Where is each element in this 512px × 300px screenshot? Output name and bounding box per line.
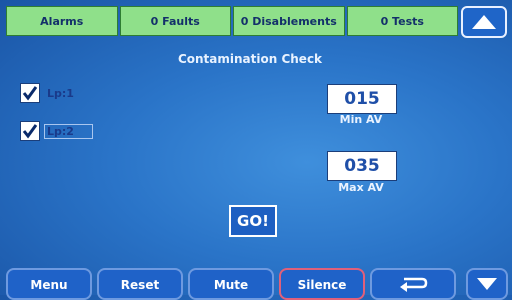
bottom-nav-bar: Menu Reset Mute Silence bbox=[0, 268, 512, 300]
loop-1-checkbox[interactable] bbox=[20, 83, 40, 103]
min-av-input[interactable]: 015 bbox=[327, 84, 397, 114]
menu-button[interactable]: Menu bbox=[6, 268, 92, 300]
tests-status[interactable]: 0 Tests bbox=[346, 6, 458, 36]
page-title: Contamination Check bbox=[177, 52, 323, 66]
checkmark-icon bbox=[22, 124, 38, 139]
loop-1-row: Lp:1 bbox=[20, 83, 77, 103]
up-arrow-icon bbox=[472, 15, 496, 29]
scroll-down-button[interactable] bbox=[466, 268, 508, 300]
back-button[interactable] bbox=[370, 268, 456, 300]
loop-2-row: Lp:2 bbox=[20, 121, 93, 141]
loop-1-label: Lp:1 bbox=[47, 86, 74, 100]
mute-button[interactable]: Mute bbox=[188, 268, 274, 300]
min-av-label: Min AV bbox=[339, 113, 383, 126]
return-arrow-icon bbox=[400, 277, 428, 292]
loop-2-label: Lp:2 bbox=[44, 123, 93, 139]
loop-2-checkbox[interactable] bbox=[20, 121, 40, 141]
checkmark-icon bbox=[22, 86, 38, 101]
disablements-status[interactable]: 0 Disablements bbox=[233, 6, 345, 36]
down-arrow-icon bbox=[477, 278, 497, 290]
faults-status[interactable]: 0 Faults bbox=[119, 6, 231, 36]
scroll-up-button[interactable] bbox=[461, 6, 507, 38]
max-av-label: Max AV bbox=[338, 181, 384, 194]
silence-button[interactable]: Silence bbox=[279, 268, 365, 300]
alarms-status[interactable]: Alarms bbox=[6, 6, 118, 36]
reset-button[interactable]: Reset bbox=[97, 268, 183, 300]
status-bar: Alarms 0 Faults 0 Disablements 0 Tests bbox=[6, 6, 458, 36]
go-button[interactable]: GO! bbox=[229, 205, 277, 237]
max-av-input[interactable]: 035 bbox=[327, 151, 397, 181]
